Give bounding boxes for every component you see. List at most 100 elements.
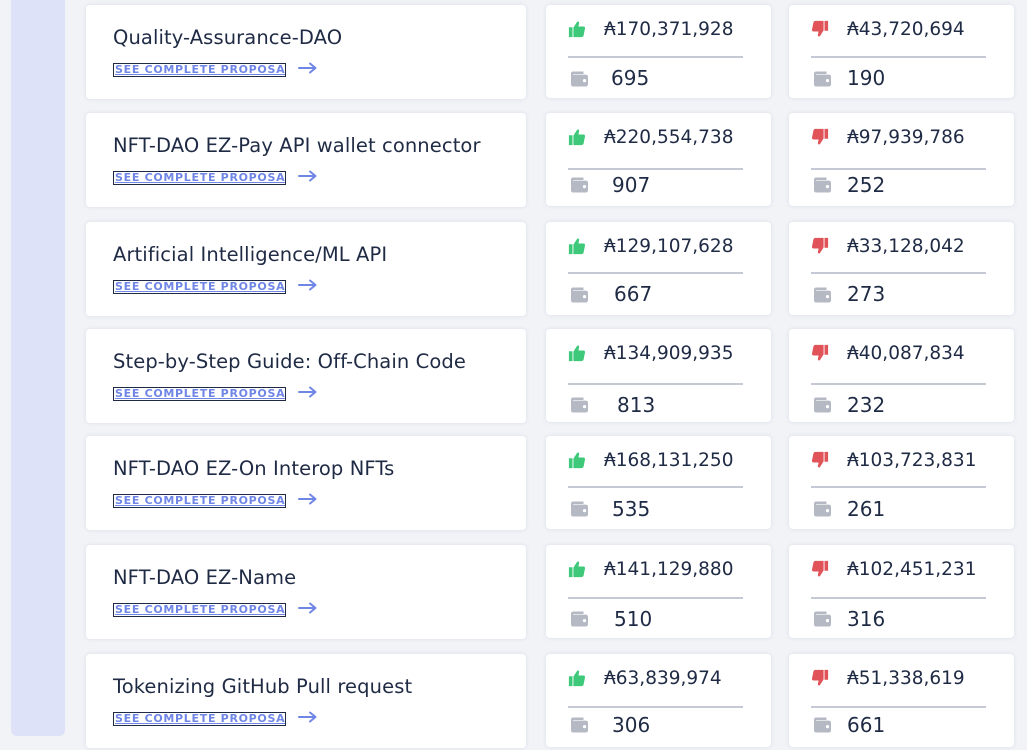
no-voter-count: 273 (847, 282, 886, 306)
divider (811, 597, 986, 599)
see-complete-proposal-link[interactable]: SEE COMPLETE PROPOSAL (113, 280, 286, 294)
wallet-icon (812, 71, 832, 87)
yes-voter-count: 535 (612, 497, 651, 521)
wallet-icon (569, 397, 589, 413)
thumbs-up-icon (568, 560, 586, 578)
divider (568, 706, 743, 708)
no-vote-amount: ₳33,128,042 (847, 236, 965, 257)
arrow-right-icon[interactable] (298, 60, 318, 74)
proposal-card: Tokenizing GitHub Pull request SEE COMPL… (86, 654, 526, 748)
arrow-right-icon[interactable] (298, 709, 318, 723)
yes-vote-card: ₳168,131,250 535 (546, 436, 771, 529)
divider (568, 56, 743, 58)
no-voter-count: 261 (847, 497, 886, 521)
no-vote-amount: ₳40,087,834 (847, 343, 965, 364)
yes-vote-amount: ₳168,131,250 (604, 450, 734, 471)
yes-vote-card: ₳134,909,935 813 (546, 329, 771, 422)
divider (811, 272, 986, 274)
yes-voter-count: 907 (612, 173, 651, 197)
arrow-right-icon[interactable] (298, 277, 318, 291)
no-vote-card: ₳97,939,786 252 (789, 113, 1014, 206)
no-vote-amount: ₳51,338,619 (847, 668, 965, 689)
thumbs-up-icon (568, 669, 586, 687)
no-vote-card: ₳102,451,231 316 (789, 545, 1014, 638)
yes-voter-count: 813 (617, 393, 656, 417)
arrow-right-icon[interactable] (298, 384, 318, 398)
see-complete-proposal-link[interactable]: SEE COMPLETE PROPOSAL (113, 603, 286, 617)
thumbs-down-icon (811, 560, 829, 578)
proposal-card: NFT-DAO EZ-Name SEE COMPLETE PROPOSAL (86, 545, 526, 639)
yes-voter-count: 667 (614, 282, 653, 306)
wallet-icon (812, 501, 832, 517)
thumbs-up-icon (568, 451, 586, 469)
proposal-title: NFT-DAO EZ-Pay API wallet connector (113, 134, 481, 157)
arrow-right-icon[interactable] (298, 168, 318, 182)
no-vote-card: ₳33,128,042 273 (789, 222, 1014, 315)
yes-vote-card: ₳220,554,738 907 (546, 113, 771, 206)
wallet-icon (812, 611, 832, 627)
no-voter-count: 316 (847, 607, 886, 631)
proposal-row: Tokenizing GitHub Pull request SEE COMPL… (0, 654, 1027, 750)
proposal-row: Artificial Intelligence/ML API SEE COMPL… (0, 222, 1027, 318)
no-vote-card: ₳43,720,694 190 (789, 5, 1014, 98)
yes-voter-count: 510 (614, 607, 653, 631)
arrow-right-icon[interactable] (298, 491, 318, 505)
no-vote-amount: ₳97,939,786 (847, 127, 965, 148)
yes-vote-amount: ₳63,839,974 (604, 668, 722, 689)
no-vote-card: ₳103,723,831 261 (789, 436, 1014, 529)
wallet-icon (569, 71, 589, 87)
wallet-icon (569, 287, 589, 303)
yes-voter-count: 306 (612, 713, 651, 737)
divider (568, 272, 743, 274)
proposal-card: NFT-DAO EZ-Pay API wallet connector SEE … (86, 113, 526, 207)
yes-vote-amount: ₳134,909,935 (604, 343, 734, 364)
thumbs-down-icon (811, 344, 829, 362)
proposal-title: Step-by-Step Guide: Off-Chain Code (113, 350, 466, 373)
no-voter-count: 252 (847, 173, 886, 197)
arrow-right-icon[interactable] (298, 600, 318, 614)
wallet-icon (812, 177, 832, 193)
no-vote-amount: ₳43,720,694 (847, 19, 965, 40)
divider (811, 168, 986, 170)
no-vote-card: ₳51,338,619 661 (789, 654, 1014, 747)
see-complete-proposal-link[interactable]: SEE COMPLETE PROPOSAL (113, 712, 286, 726)
no-voter-count: 190 (847, 66, 886, 90)
proposal-title: NFT-DAO EZ-On Interop NFTs (113, 457, 395, 480)
thumbs-down-icon (811, 669, 829, 687)
no-voter-count: 661 (847, 713, 886, 737)
proposal-card: Step-by-Step Guide: Off-Chain Code SEE C… (86, 329, 526, 423)
thumbs-down-icon (811, 20, 829, 38)
wallet-icon (812, 717, 832, 733)
proposal-title: Artificial Intelligence/ML API (113, 243, 388, 266)
proposal-row: Quality-Assurance-DAO SEE COMPLETE PROPO… (0, 5, 1027, 101)
see-complete-proposal-link[interactable]: SEE COMPLETE PROPOSAL (113, 171, 286, 185)
yes-vote-amount: ₳170,371,928 (604, 19, 734, 40)
thumbs-up-icon (568, 128, 586, 146)
yes-vote-amount: ₳141,129,880 (604, 559, 734, 580)
wallet-icon (812, 397, 832, 413)
wallet-icon (569, 501, 589, 517)
wallet-icon (569, 611, 589, 627)
see-complete-proposal-link[interactable]: SEE COMPLETE PROPOSAL (113, 494, 286, 508)
proposal-title: Quality-Assurance-DAO (113, 26, 343, 49)
divider (568, 597, 743, 599)
see-complete-proposal-link[interactable]: SEE COMPLETE PROPOSAL (113, 63, 286, 77)
proposal-card: Artificial Intelligence/ML API SEE COMPL… (86, 222, 526, 316)
divider (811, 706, 986, 708)
thumbs-up-icon (568, 344, 586, 362)
proposal-title: Tokenizing GitHub Pull request (113, 675, 413, 698)
no-vote-amount: ₳103,723,831 (847, 450, 977, 471)
no-voter-count: 232 (847, 393, 886, 417)
thumbs-up-icon (568, 20, 586, 38)
yes-vote-card: ₳63,839,974 306 (546, 654, 771, 747)
wallet-icon (569, 177, 589, 193)
see-complete-proposal-link[interactable]: SEE COMPLETE PROPOSAL (113, 387, 286, 401)
divider (811, 383, 986, 385)
proposal-title: NFT-DAO EZ-Name (113, 566, 297, 589)
wallet-icon (812, 287, 832, 303)
divider (568, 486, 743, 488)
yes-vote-card: ₳170,371,928 695 (546, 5, 771, 98)
thumbs-up-icon (568, 237, 586, 255)
yes-vote-card: ₳141,129,880 510 (546, 545, 771, 638)
proposal-row: NFT-DAO EZ-Name SEE COMPLETE PROPOSAL ₳1… (0, 545, 1027, 641)
